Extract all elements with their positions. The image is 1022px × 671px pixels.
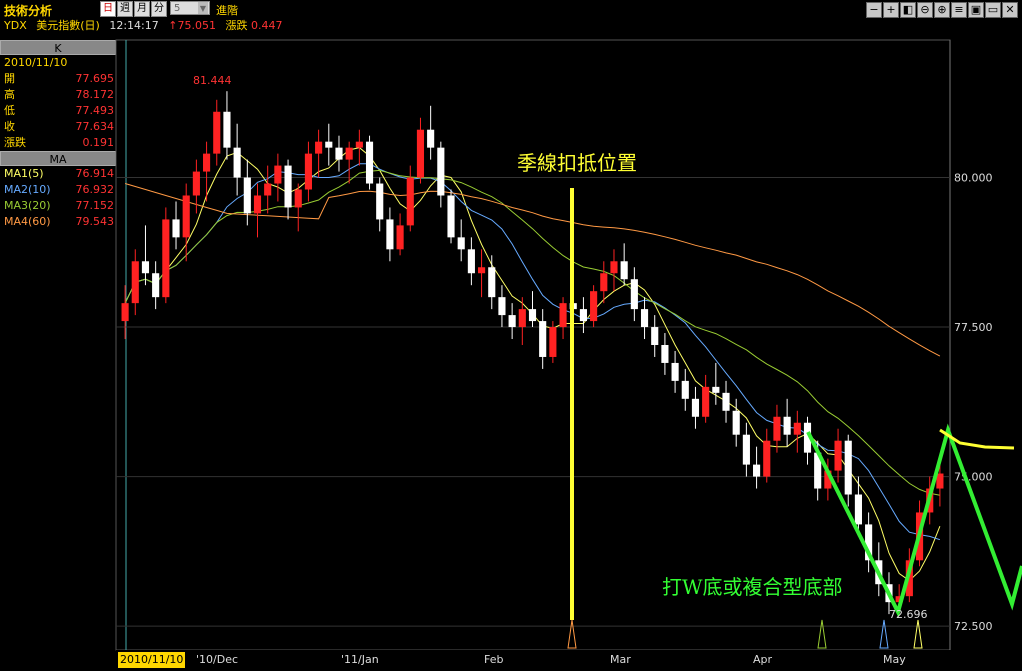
candle-body	[203, 153, 211, 172]
candle-body	[478, 267, 486, 274]
candle-body	[742, 434, 750, 465]
y-tick-label: 80.000	[954, 172, 993, 185]
candle-body	[152, 273, 160, 298]
candle-body	[610, 261, 618, 274]
candle-body	[539, 321, 547, 357]
x-label-mar: Mar	[610, 653, 631, 666]
w-bottom-annotation: 打W底或複合型底部	[662, 575, 843, 599]
candle-body	[793, 422, 801, 435]
x-label-feb: Feb	[484, 653, 504, 666]
candle-body	[651, 327, 659, 345]
candle-body	[253, 195, 262, 214]
candle-body	[498, 297, 506, 316]
candle-body	[854, 494, 862, 525]
x-label-apr: Apr	[753, 653, 773, 666]
candle-body	[559, 303, 567, 328]
candle-body	[304, 153, 312, 190]
candle-body	[315, 141, 323, 154]
candle-body	[386, 219, 394, 250]
x-label-jan: '11/Jan	[341, 653, 379, 666]
candle-body	[396, 225, 404, 250]
high-label: 81.444	[193, 74, 232, 87]
candle-body	[376, 183, 384, 220]
candle-body	[213, 111, 221, 154]
candle-body	[223, 111, 231, 148]
candle-body	[518, 309, 526, 328]
candle-body	[488, 267, 496, 298]
candlestick-chart[interactable]: 80.000 77.500 75.000 72.500 81.444 72.696 季…	[0, 0, 1022, 671]
candle-body	[284, 165, 292, 208]
candle-body	[325, 141, 333, 148]
candle-body	[335, 147, 343, 160]
candle-body	[416, 129, 425, 178]
candle-body	[661, 345, 669, 363]
candle-body	[590, 291, 598, 322]
candle-body	[172, 219, 180, 238]
candle-body	[600, 273, 608, 292]
candle-body	[355, 141, 363, 148]
candle-body	[691, 398, 700, 417]
candle-body	[233, 147, 241, 178]
candle-body	[844, 440, 852, 495]
candle-body	[640, 309, 649, 328]
candle-body	[763, 440, 771, 477]
candle-body	[702, 386, 710, 417]
y-tick-label: 77.500	[954, 321, 993, 334]
candle-body	[671, 362, 679, 381]
candle-body	[182, 195, 190, 238]
candle-body	[437, 147, 445, 196]
y-tick-label: 72.500	[954, 620, 993, 633]
quarter-line-annotation: 季線扣抵位置	[517, 151, 637, 175]
candle-body	[447, 195, 455, 238]
candle-body	[630, 279, 638, 310]
candle-body	[549, 327, 557, 357]
candle-body	[131, 261, 139, 304]
x-label-may: May	[883, 653, 906, 666]
candle-body	[274, 165, 282, 184]
candle-body	[753, 464, 761, 477]
candle-body	[712, 386, 720, 393]
candle-body	[141, 261, 150, 274]
candle-body	[121, 303, 129, 322]
candle-body	[345, 147, 353, 160]
candle-body	[406, 177, 414, 226]
candle-body	[294, 189, 302, 208]
candle-body	[457, 237, 465, 250]
candle-body	[722, 392, 730, 411]
candle-body	[162, 219, 170, 298]
candle-body	[365, 141, 374, 184]
x-label-dec: '10/Dec	[196, 653, 239, 666]
cursor-date: 2010/11/10	[118, 652, 186, 668]
candle-body	[579, 309, 587, 322]
y-tick-label: 75.000	[954, 471, 993, 484]
candle-body	[732, 410, 740, 435]
candle-body	[773, 416, 781, 441]
candle-body	[264, 183, 272, 196]
candle-body	[620, 261, 628, 280]
candle-body	[243, 177, 251, 214]
plot-area	[115, 39, 951, 651]
candle-body	[427, 129, 435, 148]
candle-body	[508, 315, 516, 328]
low-label: 72.696	[889, 608, 928, 621]
candle-body	[192, 171, 200, 196]
candle-body	[681, 380, 689, 399]
candle-body	[467, 249, 475, 274]
candle-body	[528, 309, 537, 322]
candle-body	[834, 440, 842, 471]
candle-body	[783, 416, 791, 435]
